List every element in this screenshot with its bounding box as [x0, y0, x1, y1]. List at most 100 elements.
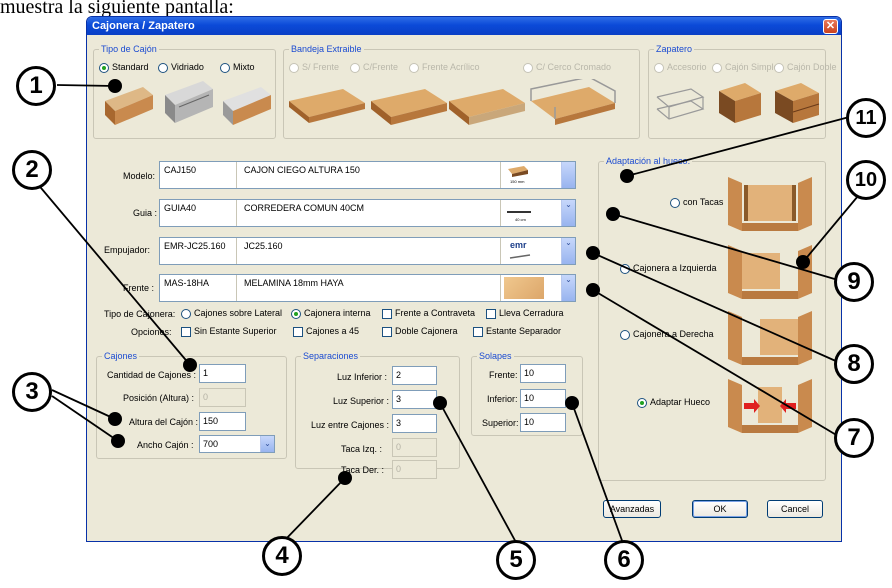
empujador-sep	[236, 238, 237, 264]
check-estante-separador[interactable]: Estante Separador	[473, 326, 561, 337]
check-sin-estante-label: Sin Estante Superior	[194, 326, 277, 336]
check-doble-cajonera[interactable]: Doble Cajonera	[382, 326, 458, 337]
radio-c-frente-mark	[350, 62, 360, 73]
radio-vidriado[interactable]: Vidriado	[158, 62, 204, 73]
tray-front-image[interactable]	[369, 87, 449, 127]
check-frente-contraveta[interactable]: Frente a Contraveta	[382, 308, 475, 319]
tipo-cajonera-label: Tipo de Cajonera:	[104, 309, 176, 319]
modelo-sep	[236, 162, 237, 188]
check-lleva-cerradura-box	[486, 308, 496, 319]
modelo-combo[interactable]: CAJ150 CAJON CIEGO ALTURA 150 150 mm	[159, 161, 576, 189]
check-sin-estante[interactable]: Sin Estante Superior	[181, 326, 277, 337]
altura-input[interactable]: 150	[199, 412, 246, 431]
luz-inferior-input[interactable]: 2	[392, 366, 437, 385]
frente-combo[interactable]: MAS-18HA MELAMINA 18mm HAYA ⌄	[159, 274, 576, 302]
close-icon[interactable]: ✕	[823, 18, 838, 34]
title-bar[interactable]: Cajonera / Zapatero ✕	[87, 17, 841, 35]
radio-mixto[interactable]: Mixto	[220, 62, 255, 73]
radio-cajonera-derecha[interactable]: Cajonera a Derecha	[620, 329, 714, 340]
posicion-label: Posición (Altura) :	[123, 393, 195, 403]
marker-9: 9	[834, 262, 874, 302]
luz-superior-input[interactable]: 3	[392, 390, 437, 409]
marker-6: 6	[604, 540, 644, 580]
radio-cerco-cromado-label: C/ Cerco Cromado	[536, 62, 612, 72]
shoe-drawer-simple-image[interactable]	[715, 79, 765, 127]
shoe-drawer-double-image[interactable]	[771, 79, 823, 127]
frente-label: Frente :	[123, 283, 155, 293]
cantidad-input[interactable]: 1	[199, 364, 246, 383]
taca-der-input[interactable]: 0	[392, 460, 437, 479]
empujador-dropdown-icon[interactable]: ⌄	[561, 238, 575, 264]
radio-frente-acrilico[interactable]: Frente Acrílico	[409, 62, 480, 73]
frente-dropdown-icon[interactable]: ⌄	[561, 275, 575, 301]
solape-inferior-input[interactable]: 10	[520, 389, 566, 408]
marker-3: 3	[12, 372, 52, 412]
avanzadas-button[interactable]: Avanzadas	[603, 500, 661, 518]
radio-cajonera-izquierda-label: Cajonera a Izquierda	[633, 263, 717, 273]
marker-8: 8	[834, 344, 874, 384]
solape-frente-input[interactable]: 10	[520, 364, 566, 383]
separaciones-legend: Separaciones	[301, 351, 361, 362]
radio-standard[interactable]: Standard	[99, 62, 149, 73]
radio-accesorio-mark	[654, 62, 664, 73]
modelo-dropdown-icon[interactable]	[561, 162, 575, 188]
guia-dropdown-icon[interactable]: ⌄	[561, 200, 575, 226]
tray-acrylic-image[interactable]	[447, 87, 527, 127]
radio-standard-mark	[99, 62, 109, 73]
radio-c-frente-label: C/Frente	[363, 62, 399, 72]
ok-button[interactable]: OK	[692, 500, 748, 518]
solape-frente-label: Frente:	[489, 370, 518, 380]
hueco-derecha-image[interactable]	[722, 305, 818, 367]
marker-1: 1	[16, 66, 56, 106]
modelo-thumb-image	[508, 166, 528, 177]
radio-s-frente[interactable]: S/ Frente	[289, 62, 339, 73]
luz-superior-label: Luz Superior :	[333, 396, 390, 406]
tray-chrome-image[interactable]	[529, 79, 619, 129]
modelo-code: CAJ150	[164, 165, 197, 175]
solape-inferior-label: Inferior:	[487, 394, 518, 404]
guia-sep	[236, 200, 237, 226]
tray-open-image[interactable]	[287, 87, 367, 127]
ancho-select[interactable]: 700 ⌄	[199, 435, 275, 453]
check-cajones-45[interactable]: Cajones a 45	[293, 326, 359, 337]
radio-cerco-cromado[interactable]: C/ Cerco Cromado	[523, 62, 611, 73]
shoe-rack-image[interactable]	[653, 83, 705, 125]
cancel-button[interactable]: Cancel	[767, 500, 823, 518]
marker-5: 5	[496, 540, 536, 580]
empujador-combo[interactable]: EMR-JC25.160 JC25.160 emr ⌄	[159, 237, 576, 265]
posicion-input[interactable]: 0	[199, 388, 246, 407]
radio-c-frente[interactable]: C/Frente	[350, 62, 398, 73]
callout-dot-7	[586, 283, 600, 297]
radio-cajones-lateral[interactable]: Cajones sobre Lateral	[181, 308, 282, 319]
radio-adaptar-hueco[interactable]: Adaptar Hueco	[637, 397, 710, 408]
check-lleva-cerradura[interactable]: Lleva Cerradura	[486, 308, 564, 319]
hueco-adaptar-image[interactable]	[722, 373, 818, 435]
luz-inferior-label: Luz Inferior :	[337, 372, 388, 382]
frente-swatch	[504, 277, 544, 299]
guia-combo[interactable]: GUIA40 CORREDERA COMUN 40CM 40 cm ⌄	[159, 199, 576, 227]
taca-izq-input[interactable]: 0	[392, 438, 437, 457]
check-doble-cajonera-label: Doble Cajonera	[395, 326, 458, 336]
callout-dot-5	[433, 396, 447, 410]
radio-cajon-simple[interactable]: Cajón Simple	[712, 62, 779, 73]
radio-cajones-lateral-label: Cajones sobre Lateral	[194, 308, 283, 318]
tipo-cajon-legend: Tipo de Cajón	[99, 44, 159, 55]
hueco-izquierda-image[interactable]	[722, 239, 818, 301]
radio-accesorio[interactable]: Accesorio	[654, 62, 707, 73]
radio-cajonera-izquierda[interactable]: Cajonera a Izquierda	[620, 263, 717, 274]
callout-dot-3a	[108, 412, 122, 426]
drawer-mixed-image[interactable]	[221, 81, 273, 127]
drawer-glass-image[interactable]	[163, 77, 215, 127]
radio-cajonera-interna[interactable]: Cajonera interna	[291, 308, 371, 319]
luz-entre-input[interactable]: 3	[392, 414, 437, 433]
ancho-dropdown-icon[interactable]: ⌄	[260, 436, 274, 452]
hueco-tacas-image[interactable]	[722, 171, 818, 233]
radio-mixto-label: Mixto	[233, 62, 255, 72]
radio-cajon-doble-label: Cajón Doble	[787, 62, 837, 72]
adaptacion-legend: Adaptación al hueco:	[604, 156, 693, 167]
solape-superior-input[interactable]: 10	[520, 413, 566, 432]
check-estante-separador-box	[473, 326, 483, 337]
radio-cajon-doble[interactable]: Cajón Doble	[774, 62, 837, 73]
radio-con-tacas[interactable]: con Tacas	[670, 197, 723, 208]
check-doble-cajonera-box	[382, 326, 392, 337]
